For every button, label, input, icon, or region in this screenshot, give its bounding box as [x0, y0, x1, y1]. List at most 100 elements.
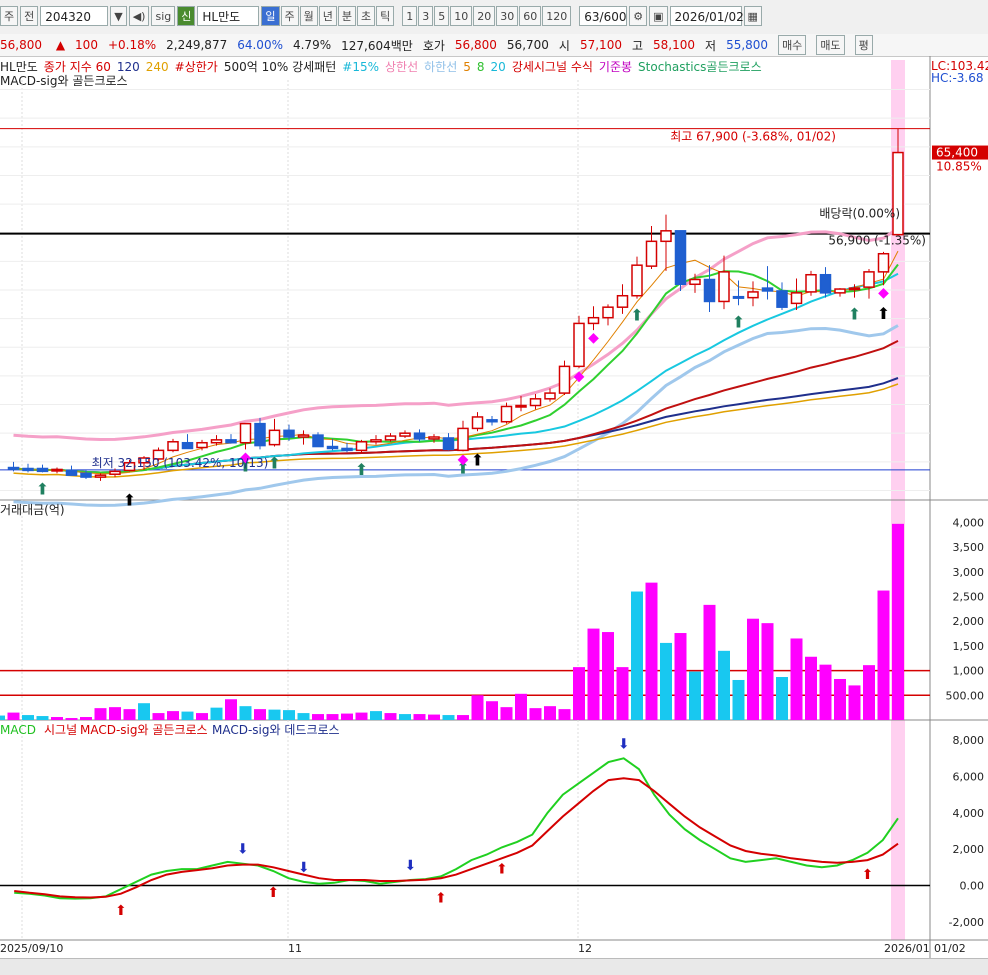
- volume-bar: [660, 642, 672, 720]
- candle-body: [428, 436, 440, 440]
- volume-bar: [892, 523, 904, 720]
- macd-tick-label: -2,000: [949, 916, 984, 929]
- volume-bar: [805, 656, 817, 720]
- candle-body: [457, 427, 469, 452]
- candle-body: [109, 470, 121, 475]
- macd-dead-marker: ⬇: [405, 858, 417, 874]
- macd-legend-item-2: MACD-sig와 골든크로스: [80, 723, 208, 737]
- ma-60-line: [13, 340, 899, 474]
- volume-bar: [225, 699, 237, 720]
- volume-bar: [863, 665, 875, 720]
- volume-bar: [123, 709, 136, 720]
- base-candle-marker: ◆: [588, 330, 599, 346]
- low-annotation: 최저 32,150 (103.42%, 10/13): [92, 456, 269, 470]
- candle-body: [515, 404, 527, 408]
- candle-body: [283, 429, 295, 438]
- volume-bar: [442, 715, 455, 720]
- volume-bar: [0, 715, 5, 720]
- candle-body: [268, 429, 281, 446]
- volume-tick-label: 3,500: [953, 541, 985, 554]
- volume-bar: [152, 713, 165, 720]
- stoch-golden-cross-marker: ⬆: [630, 306, 643, 325]
- candle-body: [790, 292, 803, 305]
- volume-bar: [689, 671, 701, 720]
- candle-body: [196, 441, 208, 449]
- candle-body: [848, 287, 861, 291]
- volume-bar: [761, 623, 774, 720]
- stoch-golden-cross-marker: ⬆: [36, 479, 49, 498]
- volume-bar: [790, 638, 803, 720]
- candle-body: [210, 439, 223, 444]
- volume-bar: [94, 708, 107, 720]
- volume-bar: [732, 679, 745, 720]
- volume-bar: [428, 714, 440, 720]
- candle-body: [834, 288, 846, 294]
- volume-bar: [297, 713, 310, 720]
- candle-body: [94, 474, 107, 478]
- candle-body: [602, 306, 614, 319]
- candle-body: [500, 405, 513, 423]
- candle-body: [384, 435, 397, 441]
- macd-golden-cross-marker: ⬆: [123, 490, 136, 509]
- volume-legend: 거래대금(억): [0, 503, 65, 517]
- x-axis-label-1: 11: [288, 942, 302, 955]
- volume-bar: [544, 706, 556, 720]
- candle-body: [660, 230, 672, 243]
- candle-body: [65, 469, 78, 476]
- stoch-golden-cross-marker: ⬆: [355, 460, 368, 479]
- volume-bar: [355, 712, 368, 720]
- macd-dead-marker: ⬇: [618, 736, 630, 752]
- volume-bar: [413, 714, 426, 720]
- volume-bar: [109, 707, 121, 720]
- macd-tick-label: 6,000: [953, 771, 985, 784]
- volume-bar: [631, 591, 643, 720]
- macd-golden-marker: ⬆: [267, 885, 279, 901]
- volume-bar: [65, 718, 78, 720]
- stock-chart: ⬆⬆ ⬆ ⬆ ⬆⬆ ⬆ ⬆⬆⬆⬆◆ ◆◆◆◆최고 67,900 (-3.68%, 01/02…: [0, 56, 988, 958]
- candle-body: [471, 416, 484, 430]
- macd-golden-marker: ⬆: [115, 903, 127, 919]
- candle-body: [645, 240, 658, 267]
- volume-bar: [529, 708, 542, 720]
- macd-tick-label: 0.00: [960, 880, 985, 893]
- candle-body: [892, 151, 904, 236]
- candle-body: [703, 278, 716, 303]
- candle-body: [297, 434, 310, 438]
- volume-bar: [51, 717, 63, 720]
- candle-body: [80, 472, 92, 478]
- candle-body: [761, 287, 774, 292]
- volume-bar: [80, 717, 92, 720]
- volume-bar: [384, 713, 397, 720]
- volume-bar: [587, 628, 600, 720]
- macd-dead-marker: ⬇: [298, 860, 310, 876]
- volume-bar: [834, 678, 846, 720]
- base-candle-marker: ◆: [458, 451, 469, 467]
- candle-body: [544, 392, 556, 400]
- macd-legend-item-0: MACD: [0, 723, 36, 737]
- volume-bar: [341, 713, 353, 720]
- candle-body: [370, 439, 382, 443]
- volume-bar: [674, 633, 687, 720]
- scroll-bar[interactable]: [0, 958, 988, 975]
- price-tag: 65,400: [936, 146, 978, 160]
- volume-bar: [210, 707, 223, 720]
- candle-body: [674, 230, 687, 286]
- candle-body: [7, 466, 20, 470]
- candle-body: [341, 447, 353, 452]
- volume-bar: [515, 693, 527, 720]
- volume-bar: [848, 685, 861, 720]
- volume-bar: [573, 667, 585, 720]
- macd-series-0: [14, 757, 899, 900]
- high-annotation: 최고 67,900 (-3.68%, 01/02): [670, 130, 836, 144]
- volume-bar: [486, 701, 498, 720]
- candle-body: [776, 290, 788, 308]
- volume-bar: [471, 695, 484, 720]
- volume-bar: [196, 713, 208, 720]
- volume-bar: [718, 650, 730, 720]
- macd-golden-cross-marker: ⬆: [877, 304, 890, 323]
- dividend-annotation: 배당락(0.00%): [819, 206, 900, 220]
- candle-body: [877, 252, 890, 273]
- volume-tick-label: 1,500: [953, 640, 985, 653]
- stoch-golden-cross-marker: ⬆: [268, 454, 281, 473]
- macd-tick-label: 4,000: [953, 807, 985, 820]
